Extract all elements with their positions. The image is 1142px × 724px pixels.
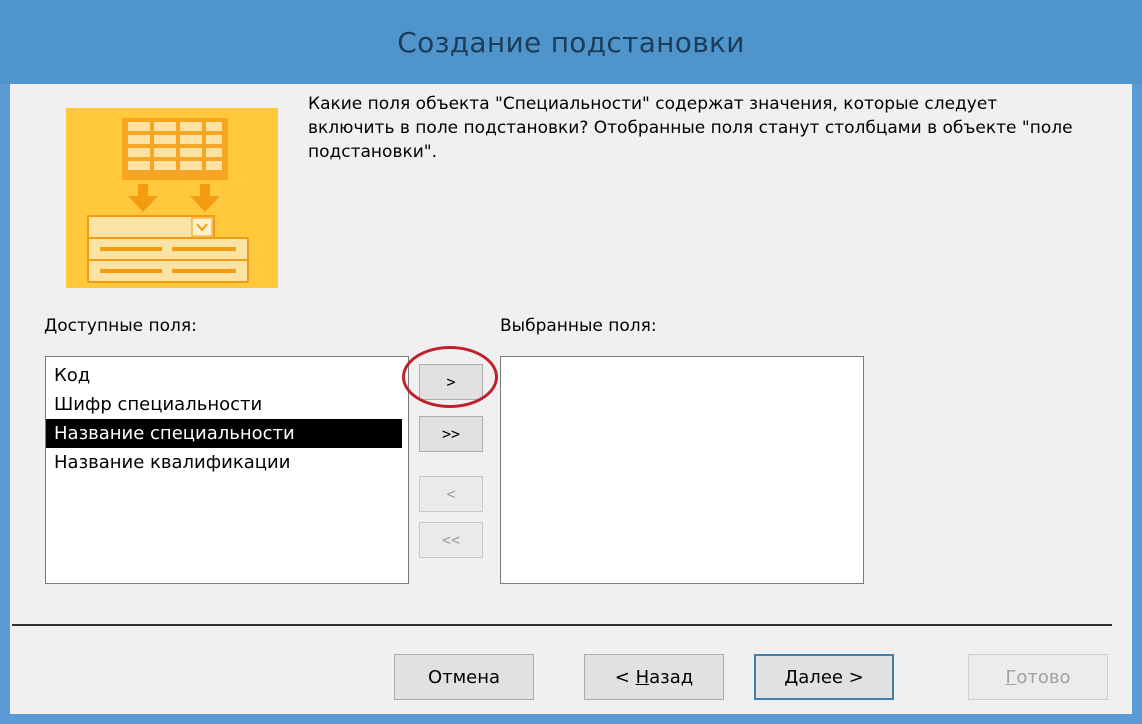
list-item-selected[interactable]: Название специальности [46,419,402,448]
back-button-hotkey: Н [635,666,650,688]
wizard-instructions: Какие поля объекта "Специальности" содер… [308,94,1073,162]
next-button-hotkey: Д [784,666,799,688]
next-button[interactable]: Далее > [754,654,894,700]
remove-all-fields-button[interactable]: << [419,522,483,558]
available-fields-list[interactable]: Код Шифр специальности Название специаль… [45,356,409,584]
dialog-window: Создание подстановки Какие поля объекта … [0,0,1142,724]
highlight-circle-annotation [402,346,498,408]
dialog-title: Создание подстановки [397,25,745,59]
selected-fields-label: Выбранные поля: [500,316,657,336]
cancel-button[interactable]: Отмена [394,654,534,700]
finish-button-label: отово [1016,666,1071,688]
remove-field-button[interactable]: < [419,476,483,512]
available-fields-label: Доступные поля: [44,316,197,336]
back-button-prefix: < [614,666,636,688]
selected-fields-list[interactable] [500,356,864,584]
dialog-body: Какие поля объекта "Специальности" содер… [10,84,1132,714]
list-item[interactable]: Шифр специальности [46,390,408,419]
list-item[interactable]: Название квалификации [46,448,408,477]
next-button-label: алее > [798,666,864,688]
list-item[interactable]: Код [46,361,408,390]
lookup-wizard-icon [66,108,278,288]
title-bar: Создание подстановки [0,0,1142,84]
footer-separator [12,624,1112,626]
add-all-fields-button[interactable]: >> [419,416,483,452]
back-button[interactable]: < Назад [584,654,724,700]
back-button-label: азад [649,666,694,688]
finish-button[interactable]: Готово [968,654,1108,700]
finish-button-hotkey: Г [1005,666,1017,688]
